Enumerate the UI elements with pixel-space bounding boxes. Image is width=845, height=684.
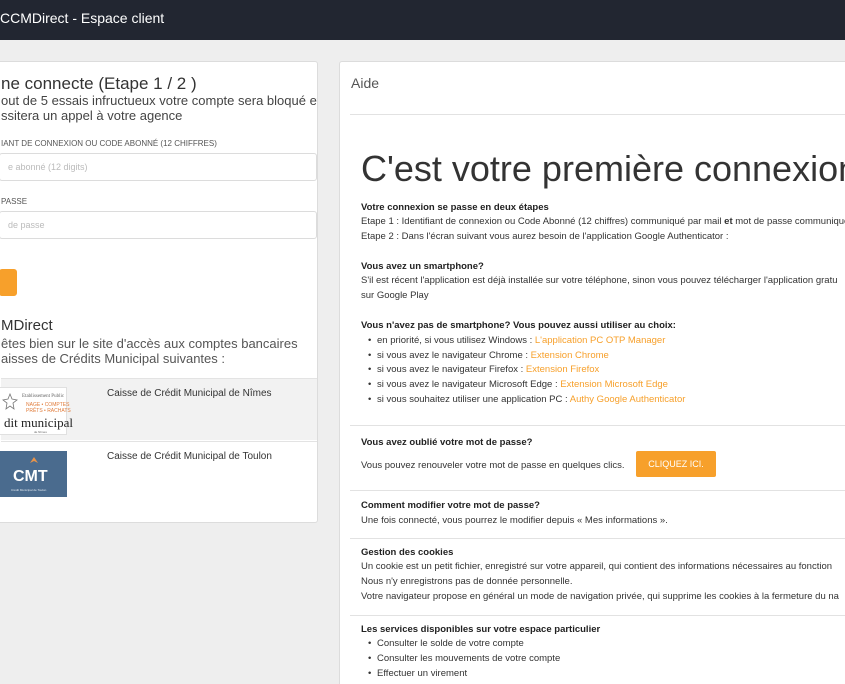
bank-name: Caisse de Crédit Municipal de Toulon [107, 451, 272, 462]
firefox-extension-link[interactable]: Extension Firefox [526, 364, 599, 375]
section-title-services: Les services disponibles sur votre espac… [361, 624, 601, 635]
divider [350, 490, 845, 491]
change-password-text: Une fois connecté, vous pourrez le modif… [361, 515, 668, 526]
cookies-text-2: Nous n'y enregistrons pas de donnée pers… [361, 576, 573, 587]
list-item: en priorité, si vous utilisez Windows : … [368, 335, 666, 346]
divider [350, 425, 845, 426]
chrome-extension-link[interactable]: Extension Chrome [531, 350, 609, 361]
cookies-text-1: Un cookie est un petit fichier, enregist… [361, 561, 833, 572]
cookies-text-3: Votre navigateur propose en général un m… [361, 591, 839, 602]
site-title: MDirect [1, 317, 53, 334]
section-title-no-smartphone: Vous n'avez pas de smartphone? Vous pouv… [361, 320, 676, 331]
identifier-label: IANT DE CONNEXION OU CODE ABONNÉ (12 CHI… [1, 139, 217, 148]
top-navbar: CCMDirect - Espace client [0, 0, 845, 40]
site-description: êtes bien sur le site d'accès aux compte… [1, 336, 298, 366]
help-title: Aide [351, 75, 380, 91]
divider [350, 538, 845, 539]
smartphone-text: S'il est récent l'application est déjà i… [361, 275, 838, 286]
welcome-heading: C'est votre première connexion [361, 148, 845, 189]
otp-manager-link[interactable]: L'application PC OTP Manager [535, 335, 666, 346]
list-item: Consulter les mouvements de votre compte [368, 653, 560, 664]
password-input[interactable] [0, 211, 317, 239]
list-item: si vous avez le navigateur Microsoft Edg… [368, 379, 668, 390]
bank-item-toulon[interactable]: CMT Crédit Municipal de Toulon Caisse de… [0, 441, 317, 503]
divider [350, 114, 845, 115]
section-title-smartphone: Vous avez un smartphone? [361, 261, 484, 272]
smartphone-text-2: sur Google Play [361, 290, 429, 301]
forgot-password-text: Vous pouvez renouveler votre mot de pass… [361, 460, 625, 471]
help-card: Aide C'est votre première connexion Votr… [339, 61, 845, 684]
app-title: CCMDirect - Espace client [0, 10, 165, 26]
list-item: si vous avez le navigateur Chrome : Exte… [368, 350, 609, 361]
edge-extension-link[interactable]: Extension Microsoft Edge [560, 379, 668, 390]
list-item: si vous avez le navigateur Firefox : Ext… [368, 364, 599, 375]
login-warning: out de 5 essais infructueux votre compte… [1, 93, 318, 123]
password-label: PASSE [1, 197, 28, 206]
identifier-input[interactable] [0, 153, 317, 181]
authy-link[interactable]: Authy Google Authenticator [570, 394, 686, 405]
cmt-logo: CMT Crédit Municipal de Toulon [0, 451, 67, 497]
bank-item-nimes[interactable]: Etablissement Public NAGE • COMPTES PRÊT… [0, 378, 317, 440]
divider [350, 615, 845, 616]
section-title-steps: Votre connexion se passe en deux étapes [361, 202, 549, 213]
step-1-text: Etape 1 : Identifiant de connexion ou Co… [361, 216, 845, 227]
bank-name: Caisse de Crédit Municipal de Nîmes [107, 388, 272, 399]
list-item: si vous souhaitez utiliser une applicati… [368, 394, 686, 405]
step-2-text: Etape 2 : Dans l'écran suivant vous aure… [361, 231, 729, 242]
list-item: Effectuer un virement [368, 668, 467, 679]
section-title-forgot-password: Vous avez oublié votre mot de passe? [361, 437, 533, 448]
reset-password-button[interactable]: CLIQUEZ ICI. [636, 451, 716, 477]
list-item: Consulter le solde de votre compte [368, 638, 524, 649]
section-title-cookies: Gestion des cookies [361, 547, 454, 558]
login-card: ne connecte (Etape 1 / 2 ) out de 5 essa… [0, 61, 318, 523]
section-title-change-password: Comment modifier votre mot de passe? [361, 500, 540, 511]
submit-button[interactable] [0, 269, 17, 296]
login-title: ne connecte (Etape 1 / 2 ) [1, 74, 197, 93]
credit-municipal-nimes-logo: Etablissement Public NAGE • COMPTES PRÊT… [0, 387, 73, 435]
